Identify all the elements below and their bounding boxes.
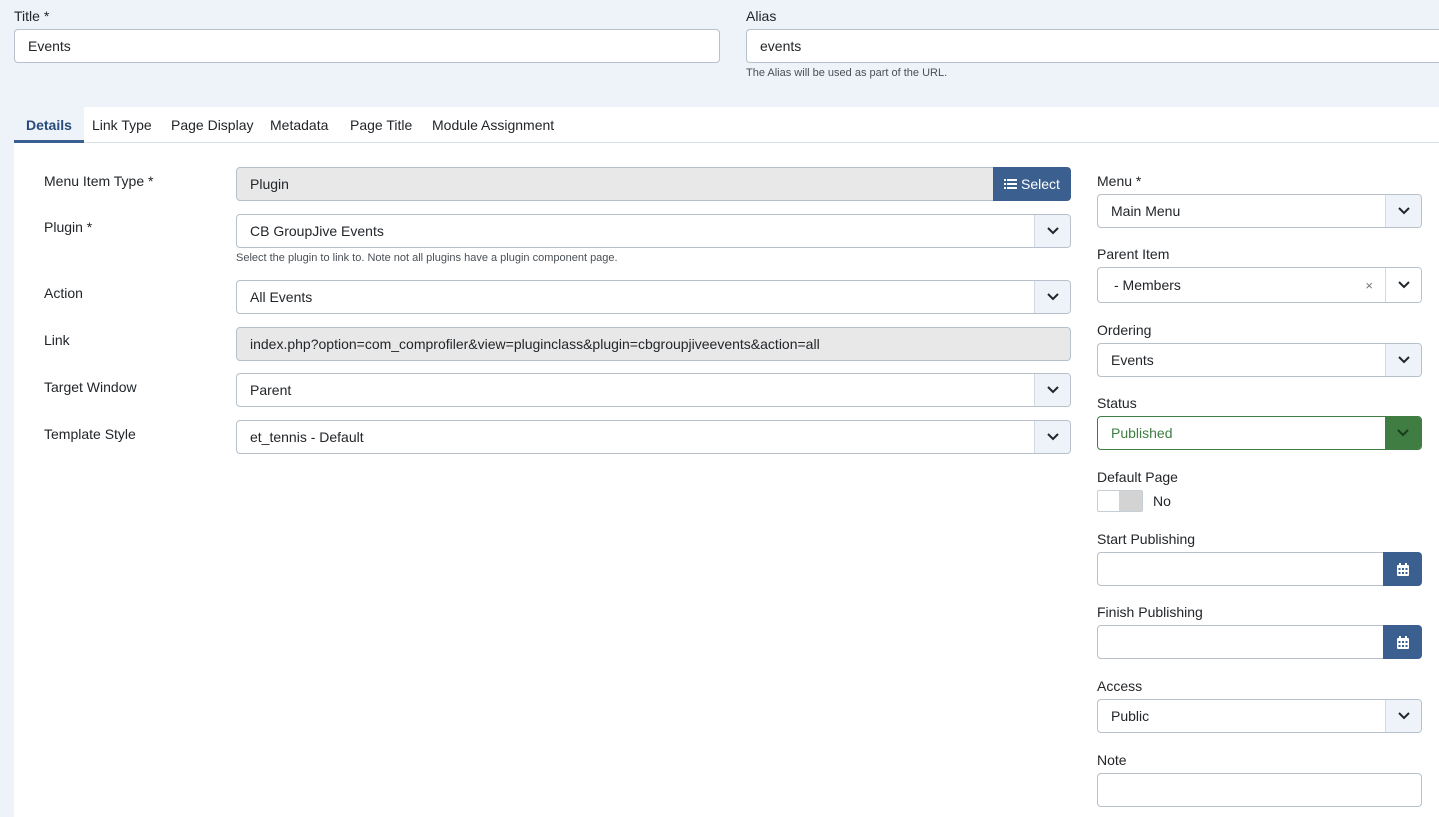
menu-value: Main Menu xyxy=(1111,203,1181,219)
ordering-select[interactable]: Events xyxy=(1097,343,1422,377)
alias-value: events xyxy=(760,38,802,54)
chevron-down-icon xyxy=(1034,421,1070,453)
access-label: Access xyxy=(1097,678,1143,694)
tab-page-title[interactable]: Page Title xyxy=(338,107,424,143)
finish-publishing-label: Finish Publishing xyxy=(1097,604,1203,620)
default-page-value: No xyxy=(1153,493,1171,509)
chevron-down-icon xyxy=(1034,281,1070,313)
menu-item-type-label: Menu Item Type * xyxy=(44,173,154,189)
title-label: Title * xyxy=(14,8,50,24)
parent-item-value: - Members xyxy=(1114,277,1181,293)
menu-item-type-value: Plugin xyxy=(250,176,289,192)
action-label: Action xyxy=(44,285,83,301)
list-icon xyxy=(1004,179,1018,189)
tab-module-assignment[interactable]: Module Assignment xyxy=(420,107,566,143)
title-value: Events xyxy=(28,38,71,54)
chevron-down-icon xyxy=(1034,215,1070,247)
action-value: All Events xyxy=(250,289,313,305)
start-publishing-input[interactable] xyxy=(1097,552,1384,586)
chevron-down-icon xyxy=(1385,195,1421,227)
target-window-label: Target Window xyxy=(44,379,137,395)
access-select[interactable]: Public xyxy=(1097,699,1422,733)
target-window-value: Parent xyxy=(250,382,292,398)
status-select[interactable]: Published xyxy=(1097,416,1422,450)
default-page-toggle[interactable] xyxy=(1097,490,1143,512)
chevron-down-icon xyxy=(1385,700,1421,732)
tab-bar: Details Link Type Page Display Metadata … xyxy=(14,107,1439,143)
calendar-icon xyxy=(1396,635,1409,649)
ordering-value: Events xyxy=(1111,352,1154,368)
finish-publishing-input[interactable] xyxy=(1097,625,1384,659)
parent-item-select[interactable]: - Members × xyxy=(1097,267,1422,303)
start-publishing-calendar-button[interactable] xyxy=(1383,552,1422,586)
link-value: index.php?option=com_comprofiler&view=pl… xyxy=(250,336,820,352)
tab-details[interactable]: Details xyxy=(14,107,84,143)
title-input[interactable]: Events xyxy=(14,29,720,63)
plugin-select[interactable]: CB GroupJive Events xyxy=(236,214,1071,248)
alias-input[interactable]: events xyxy=(746,29,1439,63)
chevron-down-icon xyxy=(1034,374,1070,406)
template-style-select[interactable]: et_tennis - Default xyxy=(236,420,1071,454)
action-select[interactable]: All Events xyxy=(236,280,1071,314)
menu-label: Menu * xyxy=(1097,173,1142,189)
link-field: index.php?option=com_comprofiler&view=pl… xyxy=(236,327,1071,361)
status-label: Status xyxy=(1097,395,1137,411)
ordering-label: Ordering xyxy=(1097,322,1152,338)
chevron-down-icon xyxy=(1385,344,1421,376)
alias-hint: The Alias will be used as part of the UR… xyxy=(746,67,948,79)
target-window-select[interactable]: Parent xyxy=(236,373,1071,407)
tab-link-type[interactable]: Link Type xyxy=(80,107,164,143)
default-page-label: Default Page xyxy=(1097,469,1178,485)
plugin-value: CB GroupJive Events xyxy=(250,223,384,239)
calendar-icon xyxy=(1396,562,1409,576)
template-style-label: Template Style xyxy=(44,426,136,442)
status-value: Published xyxy=(1111,425,1173,441)
tab-page-display[interactable]: Page Display xyxy=(159,107,266,143)
menu-item-type-field: Plugin xyxy=(236,167,994,201)
finish-publishing-calendar-button[interactable] xyxy=(1383,625,1422,659)
tab-metadata[interactable]: Metadata xyxy=(258,107,340,143)
access-value: Public xyxy=(1111,708,1150,724)
clear-icon[interactable]: × xyxy=(1365,278,1373,293)
plugin-hint: Select the plugin to link to. Note not a… xyxy=(236,252,618,264)
note-input[interactable] xyxy=(1097,773,1422,807)
chevron-down-icon xyxy=(1385,417,1421,449)
menu-select[interactable]: Main Menu xyxy=(1097,194,1422,228)
select-button-label: Select xyxy=(1021,176,1060,192)
start-publishing-label: Start Publishing xyxy=(1097,531,1196,547)
alias-label: Alias xyxy=(746,8,777,24)
chevron-down-icon xyxy=(1385,268,1421,302)
note-label: Note xyxy=(1097,752,1127,768)
link-label: Link xyxy=(44,332,70,348)
parent-item-label: Parent Item xyxy=(1097,246,1170,262)
toggle-knob xyxy=(1119,491,1142,511)
template-style-value: et_tennis - Default xyxy=(250,429,364,445)
select-button[interactable]: Select xyxy=(993,167,1071,201)
plugin-label: Plugin * xyxy=(44,219,93,235)
